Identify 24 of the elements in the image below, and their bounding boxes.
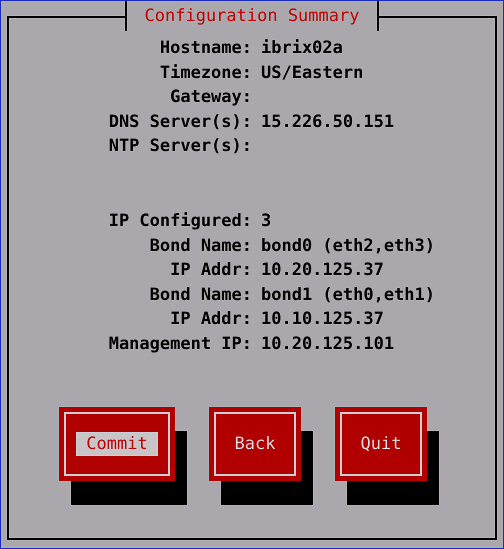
field-label: NTP Server(s): xyxy=(108,135,252,158)
field-label: IP Addr: xyxy=(170,308,252,332)
dialog-title: Configuration Summary xyxy=(124,1,380,31)
field-label: Bond Name: xyxy=(150,234,252,258)
field-value: US/Eastern xyxy=(261,62,364,85)
field-value: ibrix02a xyxy=(261,37,343,60)
dialog-button[interactable]: Quit xyxy=(335,406,427,481)
field-label: IP Addr: xyxy=(170,259,252,282)
field-value: bond0 (eth2,eth3) xyxy=(261,234,435,258)
dialog-button[interactable]: Back xyxy=(209,406,301,481)
field-label: Gateway: xyxy=(170,86,252,110)
field-label: DNS Server(s): xyxy=(108,110,252,134)
field-value: 3 xyxy=(261,210,272,233)
field-value: bond1 (eth0,eth1) xyxy=(261,284,435,307)
field-label: Timezone: xyxy=(160,62,252,85)
field-label: Hostname: xyxy=(160,37,252,60)
field-value: 10.10.125.37 xyxy=(261,308,384,332)
field-label: IP Configured: xyxy=(108,210,252,233)
field-label: Bond Name: xyxy=(150,284,252,307)
field-value: 10.20.125.101 xyxy=(261,332,394,356)
field-value: 15.226.50.151 xyxy=(261,110,394,134)
field-value: 10.20.125.37 xyxy=(261,259,384,282)
dialog-button[interactable]: Commit xyxy=(59,406,175,481)
field-label: Management IP: xyxy=(108,332,252,356)
